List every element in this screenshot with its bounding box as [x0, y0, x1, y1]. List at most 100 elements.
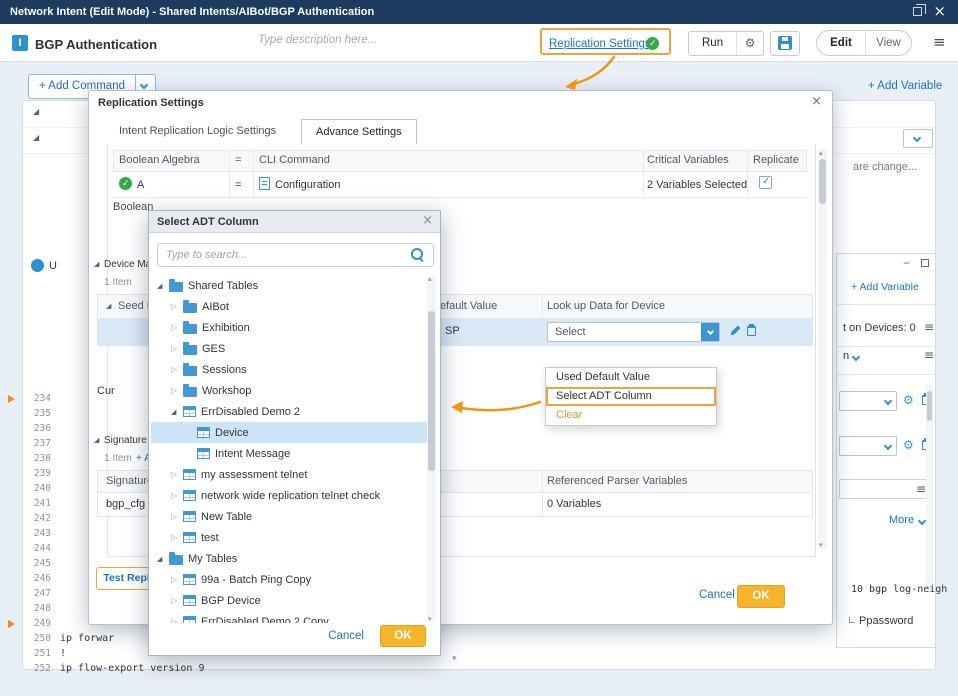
tree-item-intent-message[interactable]: Intent Message: [151, 443, 427, 464]
critical-variables-link[interactable]: 2 Variables Selected: [647, 179, 747, 191]
close-window-icon[interactable]: ×: [933, 2, 946, 20]
tree-item-test[interactable]: ▷test: [151, 527, 427, 548]
scrollbar-thumb[interactable]: [428, 311, 435, 471]
save-button[interactable]: [770, 31, 800, 56]
scroll-down-icon[interactable]: ▾: [428, 615, 432, 623]
close-modal-icon[interactable]: ×: [811, 94, 822, 109]
options-menu-icon[interactable]: ≡: [924, 348, 934, 362]
tree-item-device[interactable]: Device: [151, 422, 427, 443]
close-modal-icon[interactable]: ×: [422, 213, 433, 228]
panel-add-variable-link[interactable]: + Add Variable: [851, 281, 919, 293]
tree-item-exhibition[interactable]: ▷Exhibition: [151, 317, 427, 338]
tree-item-my-assessment-telnet[interactable]: ▷my assessment telnet: [151, 464, 427, 485]
tree-item-label: Sessions: [202, 364, 247, 376]
adt-cancel-link[interactable]: Cancel: [328, 630, 364, 642]
collapse-triangle-icon[interactable]: ◢: [33, 107, 39, 116]
variable-select[interactable]: [839, 391, 897, 411]
run-settings-gear-icon[interactable]: ⚙: [736, 32, 763, 55]
tree-item-my-tables[interactable]: ◢My Tables: [151, 548, 427, 569]
options-menu-icon[interactable]: ≡: [924, 320, 934, 334]
run-button-group: Run ⚙: [688, 31, 764, 56]
scrollbar-thumb[interactable]: [927, 391, 932, 421]
tab-advance-settings[interactable]: Advance Settings: [301, 119, 417, 145]
lookup-select[interactable]: Select: [547, 322, 720, 342]
tree-item-bgp-device[interactable]: ▷BGP Device: [151, 590, 427, 611]
tree-collapsed-icon[interactable]: ▷: [171, 491, 183, 500]
input-menu-icon[interactable]: ≡: [916, 482, 926, 496]
menu-item-used-default-value[interactable]: Used Default Value: [546, 368, 716, 387]
tree-collapsed-icon[interactable]: ▷: [171, 365, 183, 374]
menu-item-select-adt-column[interactable]: Select ADT Column: [546, 387, 716, 406]
more-link[interactable]: More: [889, 514, 914, 526]
menu-item-clear[interactable]: Clear: [546, 406, 716, 425]
table-icon: [183, 469, 196, 480]
restore-window-icon[interactable]: [913, 7, 922, 16]
header-menu-icon[interactable]: ≡: [933, 33, 946, 51]
section-collapse-icon[interactable]: ◢: [94, 436, 99, 444]
tree-item-shared-tables[interactable]: ◢Shared Tables: [151, 275, 427, 296]
tree-collapsed-icon[interactable]: ▷: [171, 617, 183, 623]
minimize-panel-icon[interactable]: −: [903, 256, 910, 270]
scroll-down-icon[interactable]: ▾: [819, 541, 823, 549]
adt-search-input[interactable]: [157, 243, 434, 267]
tree-collapsed-icon[interactable]: ▷: [171, 470, 183, 479]
tree-collapsed-icon[interactable]: ▷: [171, 596, 183, 605]
panel-scrollbar[interactable]: [926, 384, 933, 584]
tree-expanded-icon[interactable]: ◢: [157, 555, 169, 563]
inline-select[interactable]: [903, 129, 933, 148]
tree-expanded-icon[interactable]: ◢: [171, 408, 183, 416]
tree-item-99a-batch-ping-copy[interactable]: ▷99a - Batch Ping Copy: [151, 569, 427, 590]
modal-cancel-link[interactable]: Cancel: [699, 589, 735, 601]
adt-ok-button[interactable]: OK: [380, 625, 426, 647]
modal-ok-button[interactable]: OK: [737, 585, 785, 608]
tree-item-aibot[interactable]: ▷AIBot: [151, 296, 427, 317]
tree-expanded-icon[interactable]: ◢: [157, 282, 169, 290]
modal-scrollbar[interactable]: ▴ ▾: [818, 149, 827, 549]
line-marker-icon: [8, 395, 15, 403]
variable-select[interactable]: [839, 436, 897, 456]
collapse-triangle-icon[interactable]: ◢: [33, 133, 39, 142]
tree-collapsed-icon[interactable]: ▷: [171, 302, 183, 311]
panel-divider: [837, 304, 935, 305]
chevron-down-icon: [140, 81, 148, 89]
select-dropdown-button[interactable]: [701, 323, 719, 341]
tree-collapsed-icon[interactable]: ▷: [171, 386, 183, 395]
tree-collapsed-icon[interactable]: ▷: [171, 323, 183, 332]
settings-gear-icon[interactable]: ⚙: [903, 393, 914, 407]
replication-settings-link[interactable]: Replication Settings: [549, 38, 651, 50]
scroll-up-icon[interactable]: ▴: [819, 149, 823, 157]
scrollbar-thumb[interactable]: [819, 159, 826, 204]
tab-intent-replication-logic-settings[interactable]: Intent Replication Logic Settings: [107, 119, 288, 144]
tree-item-sessions[interactable]: ▷ Sessions: [151, 359, 427, 380]
edit-mode-toggle[interactable]: Edit: [817, 31, 865, 55]
tree-collapsed-icon[interactable]: ▷: [171, 533, 183, 542]
section-collapse-icon[interactable]: ◢: [94, 260, 99, 268]
tree-item-errdisabled-demo-2-copy[interactable]: ▷ErrDisabled Demo 2 Copy: [151, 611, 427, 623]
add-variable-link[interactable]: + Add Variable: [868, 80, 942, 92]
sort-icon[interactable]: ◢: [106, 302, 111, 310]
view-mode-toggle[interactable]: View: [865, 31, 911, 55]
tree-collapsed-icon[interactable]: ▷: [171, 575, 183, 584]
description-input[interactable]: [258, 34, 458, 46]
replicate-checkbox[interactable]: [759, 176, 772, 189]
tree-collapsed-icon[interactable]: ▷: [171, 344, 183, 353]
settings-gear-icon[interactable]: ⚙: [903, 438, 914, 452]
adt-scrollbar[interactable]: ▴ ▾: [427, 275, 436, 623]
scroll-up-icon[interactable]: ▴: [428, 275, 432, 283]
expand-panel-icon[interactable]: [921, 259, 929, 267]
tree-item-workshop[interactable]: ▷Workshop: [151, 380, 427, 401]
table-icon: [183, 595, 196, 606]
tree-item-errdisabled-demo-2[interactable]: ◢ErrDisabled Demo 2: [151, 401, 427, 422]
scroll-down-icon[interactable]: ▾: [452, 654, 457, 664]
run-button[interactable]: Run: [689, 32, 736, 55]
delete-icon[interactable]: [747, 326, 756, 336]
edit-icon[interactable]: [729, 325, 740, 336]
tree-collapsed-icon[interactable]: ▷: [171, 512, 183, 521]
adt-modal-titlebar: Select ADT Column ×: [149, 211, 440, 233]
variable-input[interactable]: ≡: [839, 479, 931, 499]
tree-item-ges[interactable]: ▷GES: [151, 338, 427, 359]
device-label: U: [49, 260, 57, 272]
referenced-variables-value: 0 Variables: [547, 498, 601, 510]
tree-item-network-wide-replication-telnet-check[interactable]: ▷network wide replication telnet check: [151, 485, 427, 506]
tree-item-new-table[interactable]: ▷New Table: [151, 506, 427, 527]
